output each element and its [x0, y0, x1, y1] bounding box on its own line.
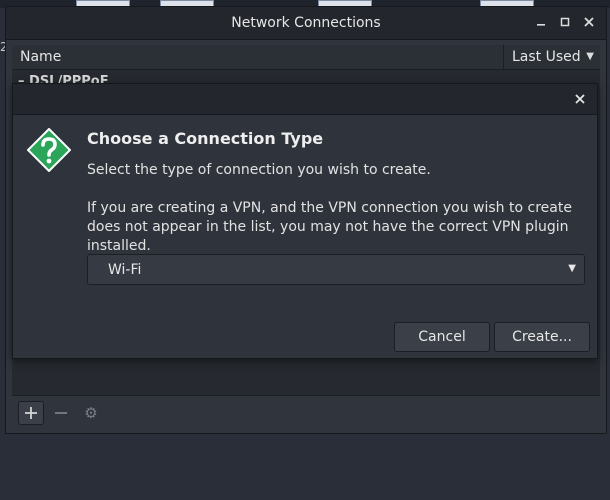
- window-title: Network Connections: [231, 15, 381, 31]
- dialog-description: Select the type of connection you wish t…: [87, 162, 431, 178]
- window-titlebar[interactable]: Network Connections: [6, 7, 606, 40]
- connection-type-select[interactable]: Wi-Fi ▼: [87, 254, 585, 285]
- column-last-used-label: Last Used: [512, 49, 581, 65]
- dialog-heading: Choose a Connection Type: [87, 129, 324, 148]
- window-controls: [532, 13, 598, 31]
- minimize-icon: [537, 24, 545, 26]
- choose-connection-type-dialog: Choose a Connection Type Select the type…: [12, 83, 598, 359]
- dialog-close-button[interactable]: [571, 90, 589, 108]
- close-icon: [584, 17, 594, 27]
- plus-icon: [25, 407, 37, 419]
- cancel-button[interactable]: Cancel: [394, 322, 490, 352]
- create-button[interactable]: Create...: [494, 322, 590, 352]
- close-icon: [575, 94, 585, 104]
- chevron-down-icon: ▼: [586, 51, 594, 62]
- dialog-vpn-note: If you are creating a VPN, and the VPN c…: [87, 200, 572, 254]
- column-last-used[interactable]: Last Used ▼: [505, 45, 600, 69]
- maximize-button[interactable]: [556, 13, 574, 31]
- connections-list-header: Name Last Used ▼: [12, 45, 600, 70]
- edit-connection-button[interactable]: ⚙: [78, 401, 104, 425]
- remove-connection-button[interactable]: [48, 401, 74, 425]
- gear-icon: ⚙: [84, 404, 98, 422]
- connection-type-value: Wi-Fi: [108, 262, 142, 278]
- minus-icon: [55, 412, 67, 414]
- dialog-titlebar[interactable]: [13, 84, 597, 115]
- add-connection-button[interactable]: [18, 401, 44, 425]
- chevron-down-icon: ▼: [568, 263, 576, 274]
- maximize-icon: [560, 17, 570, 27]
- question-icon: [27, 128, 71, 172]
- minimize-button[interactable]: [532, 13, 550, 31]
- column-name[interactable]: Name: [12, 45, 504, 69]
- close-button[interactable]: [580, 13, 598, 31]
- window-toolbar: ⚙: [12, 395, 600, 430]
